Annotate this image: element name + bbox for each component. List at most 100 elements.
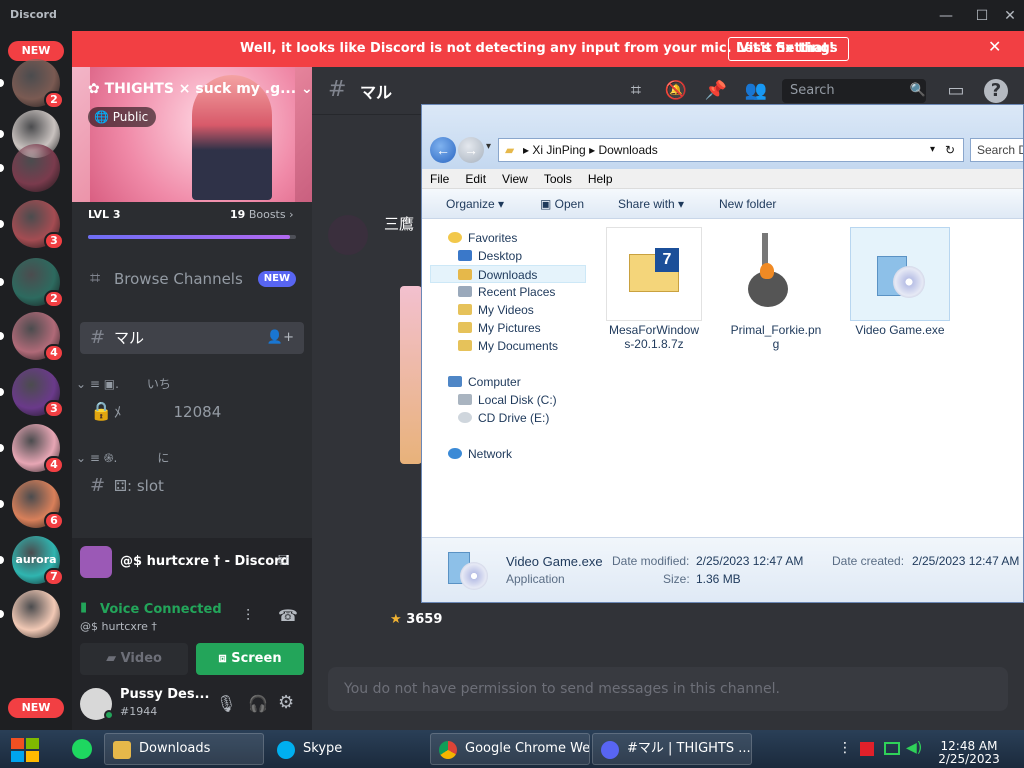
menu-view[interactable]: View (494, 169, 536, 186)
overflow-icon[interactable]: ⋮ (838, 740, 852, 756)
nav-cd-drive[interactable]: CD Drive (E:) (458, 409, 549, 427)
new-servers-pill-bottom[interactable]: NEW (8, 698, 64, 718)
noise-suppression-icon[interactable]: ⫶ (246, 606, 250, 626)
headphones-icon[interactable]: 🎧 (248, 694, 268, 713)
address-bar[interactable]: ▰ ▸ Xi JinPing ▸ Downloads ▾ ↻ (498, 138, 964, 162)
message-composer[interactable]: You do not have permission to send messa… (328, 667, 1008, 711)
threads-icon[interactable]: ⌗ (624, 79, 648, 103)
voice-channel-name[interactable]: @$ hurtcxre † (80, 620, 157, 633)
share-with-button[interactable]: Share with ▾ (618, 197, 684, 211)
open-button[interactable]: ▣ Open (540, 197, 584, 211)
refresh-icon[interactable]: ↻ (945, 139, 955, 161)
channel-locked[interactable]: 🔒 ﾒ 12084 (80, 396, 304, 428)
channel-maru[interactable]: # マル 👤+ (80, 322, 304, 354)
boost-progress-bar (88, 235, 296, 239)
nav-recent[interactable]: Recent Places (458, 283, 555, 301)
minimize-button[interactable]: — (934, 6, 958, 26)
nav-videos[interactable]: My Videos (458, 301, 534, 319)
server-icon[interactable]: aurora 7 (12, 536, 64, 586)
online-status-icon (104, 710, 114, 720)
server-icon[interactable] (12, 144, 60, 192)
microphone-icon[interactable]: 🎙 (216, 694, 236, 713)
screen-share-button[interactable]: ⧈ Screen (196, 643, 304, 675)
browse-channels[interactable]: ⌗ Browse Channels NEW (80, 263, 304, 295)
unread-pill (0, 556, 4, 564)
file-mesa[interactable]: 7 MesaForWindows-20.1.8.7z (606, 227, 702, 351)
reaction-chip[interactable]: ★ 3659 (390, 612, 442, 634)
server-icon[interactable]: 2 (12, 258, 64, 308)
search-input[interactable]: Search (782, 79, 926, 103)
server-icon[interactable]: 3 (12, 200, 64, 250)
gear-icon[interactable]: ⚙ (278, 692, 294, 713)
nav-favorites[interactable]: Favorites (448, 229, 517, 247)
explorer-search-input[interactable]: Search D (970, 138, 1023, 162)
server-icon[interactable]: 6 (12, 480, 64, 530)
mute-bell-icon[interactable]: 🔕 (664, 79, 688, 103)
maximize-button[interactable]: ☐ (970, 6, 994, 26)
file-primal-forkie[interactable]: Primal_Forkie.png (728, 227, 824, 351)
disconnect-icon[interactable]: ☎ (278, 606, 298, 625)
message-avatar[interactable] (328, 215, 368, 255)
username[interactable]: Pussy Des... (120, 687, 209, 702)
chevron-down-icon[interactable]: ▾ (930, 139, 935, 161)
video-button[interactable]: ▰ Video (80, 643, 188, 675)
inbox-icon[interactable]: ▭ (944, 79, 968, 103)
nav-downloads[interactable]: Downloads (430, 265, 586, 283)
taskbar-discord[interactable]: #マル | THIGHTS ... (592, 733, 752, 765)
forward-button[interactable]: → (458, 137, 484, 163)
volume-icon[interactable]: ◀) (906, 740, 922, 756)
server-name[interactable]: ✿ THIGHTS × suck my .g... ⌄ (88, 81, 312, 97)
category-ni[interactable]: ⌄ ≡ ֍. に (76, 449, 169, 466)
spotify-icon[interactable] (72, 739, 92, 759)
start-button[interactable] (8, 736, 42, 764)
taskbar-skype[interactable]: Skype (268, 733, 428, 765)
nav-desktop[interactable]: Desktop (458, 247, 522, 265)
clock[interactable]: 12:48 AM 2/25/2023 (934, 740, 1004, 766)
new-servers-pill[interactable]: NEW (8, 41, 64, 61)
back-button[interactable]: ← (430, 137, 456, 163)
server-icon[interactable]: 2 (12, 59, 64, 109)
menu-file[interactable]: File (422, 169, 457, 186)
network-icon[interactable] (884, 742, 900, 755)
taskbar-chrome[interactable]: Google Chrome We... (430, 733, 590, 765)
invite-icon[interactable]: 👤+ (267, 322, 294, 354)
nav-local-disk[interactable]: Local Disk (C:) (458, 391, 557, 409)
server-icon[interactable]: 3 (12, 368, 64, 418)
category-ichi[interactable]: ⌄ ≡ ▣. いち (76, 375, 171, 392)
nav-documents[interactable]: My Documents (458, 337, 558, 355)
message-author[interactable]: 三鷹 (384, 213, 414, 234)
app-brand: Discord (10, 8, 57, 21)
menu-edit[interactable]: Edit (457, 169, 494, 186)
new-folder-button[interactable]: New folder (719, 197, 776, 211)
visit-settings-button[interactable]: Visit Settings (728, 37, 849, 61)
close-button[interactable]: ✕ (998, 6, 1022, 26)
channel-slot[interactable]: # ⚃: slot (80, 470, 304, 502)
nav-pictures[interactable]: My Pictures (458, 319, 541, 337)
unread-pill (0, 444, 4, 452)
explorer-toolbar: ← → ▾ ▰ ▸ Xi JinPing ▸ Downloads ▾ ↻ Sea… (422, 105, 1023, 169)
message-image[interactable] (400, 286, 422, 464)
popout-icon[interactable]: ⧉ (278, 550, 289, 570)
pin-icon[interactable]: 📌 (704, 79, 728, 103)
installer-icon (850, 227, 950, 321)
documents-folder-icon (458, 340, 472, 351)
flag-icon[interactable] (860, 742, 874, 756)
members-icon[interactable]: 👥 (744, 79, 768, 103)
server-icon[interactable] (12, 590, 60, 638)
menu-tools[interactable]: Tools (536, 169, 580, 186)
nav-network[interactable]: Network (448, 445, 512, 463)
close-icon[interactable]: ✕ (988, 37, 1001, 56)
mention-badge: 7 (44, 568, 64, 586)
server-icon[interactable]: 4 (12, 312, 64, 362)
file-video-game[interactable]: Video Game.exe (850, 227, 950, 339)
history-dropdown-icon[interactable]: ▾ (486, 141, 491, 152)
taskbar-downloads[interactable]: Downloads (104, 733, 264, 765)
server-icon[interactable]: 4 (12, 424, 64, 474)
voice-status[interactable]: Voice Connected (100, 602, 222, 617)
network-icon (448, 448, 462, 459)
boosts-link[interactable]: 19 Boosts › (230, 208, 294, 221)
nav-computer[interactable]: Computer (448, 373, 521, 391)
menu-help[interactable]: Help (580, 169, 621, 186)
help-icon[interactable]: ? (984, 79, 1008, 103)
organize-button[interactable]: Organize ▾ (446, 197, 504, 211)
